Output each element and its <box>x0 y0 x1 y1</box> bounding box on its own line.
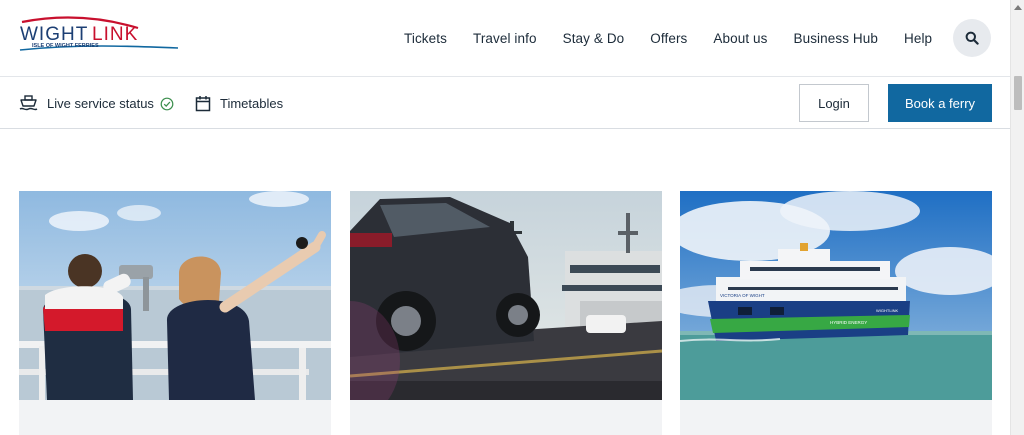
ferry-brand-text: WIGHTLINK <box>876 308 899 313</box>
live-service-status-link[interactable]: Live service status <box>19 78 174 129</box>
nav-item-offers[interactable]: Offers <box>650 31 687 46</box>
login-button[interactable]: Login <box>799 84 869 122</box>
timetables-link[interactable]: Timetables <box>195 78 283 129</box>
search-button[interactable] <box>953 19 991 57</box>
nav-item-stay-do[interactable]: Stay & Do <box>563 31 625 46</box>
nav-item-travel-info[interactable]: Travel info <box>473 31 537 46</box>
scrollbar-thumb[interactable] <box>1014 76 1022 110</box>
utility-bar: Live service status Timetables Login Boo… <box>0 78 1010 129</box>
timetables-label: Timetables <box>220 96 284 111</box>
ferry-hull-name: VICTORIA OF WIGHT <box>720 293 765 298</box>
calendar-icon <box>195 96 211 112</box>
victoria-of-wight-ferry-photo: VICTORIA OF WIGHT HYBRID ENERGY WIGHTLIN… <box>680 191 992 400</box>
ferry-hull-band: HYBRID ENERGY <box>830 320 867 325</box>
logo-text-primary: WIGHT <box>20 24 88 45</box>
wightlink-logo[interactable]: WIGHT LINK ISLE OF WIGHT FERRIES <box>18 14 180 58</box>
main-nav: Tickets Travel info Stay & Do Offers Abo… <box>404 0 958 77</box>
check-circle-icon <box>160 97 174 110</box>
nav-item-business-hub[interactable]: Business Hub <box>794 31 879 46</box>
ferry-icon <box>19 95 38 111</box>
card-footer <box>680 400 992 435</box>
book-a-ferry-button[interactable]: Book a ferry <box>888 84 992 122</box>
promo-card-2[interactable] <box>350 191 662 435</box>
promo-card-3[interactable]: VICTORIA OF WIGHT HYBRID ENERGY WIGHTLIN… <box>680 191 992 435</box>
live-service-status-label: Live service status <box>47 96 154 111</box>
page-scrollbar[interactable] <box>1010 0 1024 435</box>
nav-item-about-us[interactable]: About us <box>713 31 767 46</box>
nav-item-tickets[interactable]: Tickets <box>404 31 447 46</box>
card-footer <box>350 400 662 435</box>
promo-card-1[interactable] <box>19 191 331 435</box>
scroll-up-arrow-icon[interactable] <box>1011 0 1024 14</box>
nav-item-help[interactable]: Help <box>904 31 932 46</box>
children-binoculars-photo <box>19 191 331 400</box>
search-icon <box>965 31 979 45</box>
logo-tagline: ISLE OF WIGHT FERRIES <box>32 43 99 49</box>
card-footer <box>19 400 331 435</box>
car-ferry-ramp-photo <box>350 191 662 400</box>
logo-text-accent: LINK <box>92 24 138 45</box>
site-header: WIGHT LINK ISLE OF WIGHT FERRIES Tickets… <box>0 0 1010 77</box>
